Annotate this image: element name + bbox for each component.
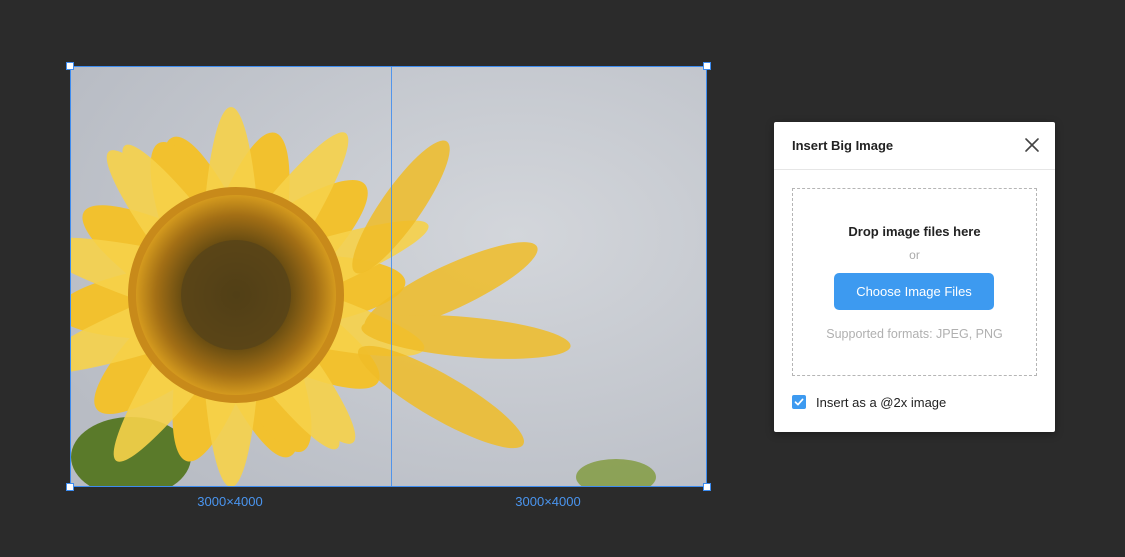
tile-divider bbox=[391, 67, 392, 486]
tile-1-dimensions: 3000×4000 bbox=[197, 494, 263, 509]
insert-2x-option[interactable]: Insert as a @2x image bbox=[792, 394, 946, 410]
drop-or: or bbox=[909, 248, 920, 262]
resize-handle-bottom-right[interactable] bbox=[703, 483, 711, 491]
dialog-header: Insert Big Image bbox=[774, 122, 1055, 170]
tile-2-dimensions: 3000×4000 bbox=[515, 494, 581, 509]
sunflower-image bbox=[391, 67, 706, 486]
image-tile-1[interactable] bbox=[71, 67, 391, 486]
sunflower-image bbox=[71, 67, 391, 486]
drop-zone[interactable]: Drop image files here or Choose Image Fi… bbox=[792, 188, 1037, 376]
dialog-title: Insert Big Image bbox=[792, 138, 894, 153]
close-button[interactable] bbox=[1023, 136, 1041, 154]
drop-title: Drop image files here bbox=[848, 224, 981, 239]
image-selection[interactable] bbox=[66, 62, 711, 491]
insert-big-image-dialog: Insert Big Image Drop image files here o… bbox=[774, 122, 1055, 432]
insert-2x-label: Insert as a @2x image bbox=[816, 394, 947, 410]
choose-image-files-button[interactable]: Choose Image Files bbox=[834, 273, 994, 310]
insert-2x-checkbox[interactable] bbox=[792, 395, 806, 409]
check-icon bbox=[794, 398, 804, 406]
image-tile-2[interactable] bbox=[391, 67, 706, 486]
resize-handle-top-right[interactable] bbox=[703, 62, 711, 70]
supported-formats: Supported formats: JPEG, PNG bbox=[826, 327, 1003, 341]
close-icon bbox=[1025, 138, 1039, 152]
resize-handle-top-left[interactable] bbox=[66, 62, 74, 70]
resize-handle-bottom-left[interactable] bbox=[66, 483, 74, 491]
